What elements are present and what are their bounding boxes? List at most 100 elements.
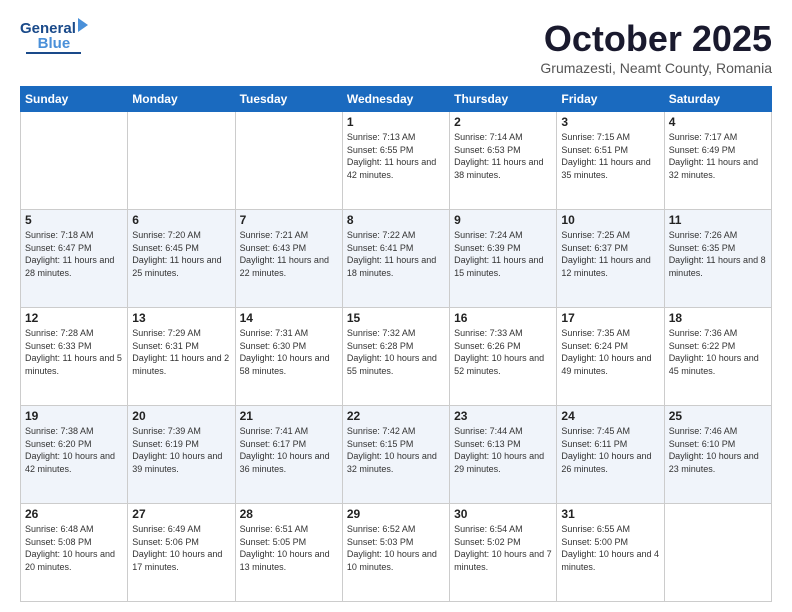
week-row-2: 5Sunrise: 7:18 AM Sunset: 6:47 PM Daylig…: [21, 210, 772, 308]
day-info: Sunrise: 7:22 AM Sunset: 6:41 PM Dayligh…: [347, 229, 445, 279]
day-info: Sunrise: 7:36 AM Sunset: 6:22 PM Dayligh…: [669, 327, 767, 377]
day-number: 23: [454, 409, 552, 423]
day-number: 19: [25, 409, 123, 423]
day-number: 3: [561, 115, 659, 129]
week-row-4: 19 Sunrise: 7:38 AM Sunset: 6:20 PM Dayli…: [21, 406, 772, 504]
cell-week3-day4: 16Sunrise: 7:33 AM Sunset: 6:26 PM Dayli…: [450, 308, 557, 406]
day-info: Sunrise: 6:52 AM Sunset: 5:03 PM Dayligh…: [347, 523, 445, 573]
day-number: 20: [132, 409, 230, 423]
cell-week4-day2: 21 Sunrise: 7:41 AM Sunset: 6:17 PM Dayli…: [235, 406, 342, 504]
week-row-1: 1 Sunrise: 7:13 AM Sunset: 6:55 PM Daylig…: [21, 112, 772, 210]
cell-week1-day0: [21, 112, 128, 210]
day-info: Sunrise: 7:44 AM Sunset: 6:13 PM Dayligh…: [454, 425, 552, 475]
day-number: 9: [454, 213, 552, 227]
day-info: Sunrise: 7:25 AM Sunset: 6:37 PM Dayligh…: [561, 229, 659, 279]
cell-week3-day0: 12Sunrise: 7:28 AM Sunset: 6:33 PM Dayli…: [21, 308, 128, 406]
day-info: Sunrise: 7:21 AM Sunset: 6:43 PM Dayligh…: [240, 229, 338, 279]
cell-week2-day1: 6 Sunrise: 7:20 AM Sunset: 6:45 PM Daylig…: [128, 210, 235, 308]
cell-week1-day4: 2Sunrise: 7:14 AM Sunset: 6:53 PM Daylig…: [450, 112, 557, 210]
cell-week1-day1: [128, 112, 235, 210]
day-info: Sunrise: 7:31 AM Sunset: 6:30 PM Dayligh…: [240, 327, 338, 377]
col-saturday: Saturday: [664, 87, 771, 112]
col-sunday: Sunday: [21, 87, 128, 112]
day-number: 7: [240, 213, 338, 227]
cell-week5-day0: 26 Sunrise: 6:48 AM Sunset: 5:08 PM Dayli…: [21, 504, 128, 602]
day-number: 8: [347, 213, 445, 227]
day-number: 27: [132, 507, 230, 521]
day-number: 4: [669, 115, 767, 129]
cell-week2-day4: 9 Sunrise: 7:24 AM Sunset: 6:39 PM Daylig…: [450, 210, 557, 308]
col-tuesday: Tuesday: [235, 87, 342, 112]
cell-week2-day3: 8 Sunrise: 7:22 AM Sunset: 6:41 PM Daylig…: [342, 210, 449, 308]
logo-icon: General Blue: [20, 18, 88, 54]
cell-week3-day2: 14Sunrise: 7:31 AM Sunset: 6:30 PM Dayli…: [235, 308, 342, 406]
day-info: Sunrise: 7:24 AM Sunset: 6:39 PM Dayligh…: [454, 229, 552, 279]
cell-week5-day3: 29 Sunrise: 6:52 AM Sunset: 5:03 PM Dayli…: [342, 504, 449, 602]
day-info: Sunrise: 7:32 AM Sunset: 6:28 PM Dayligh…: [347, 327, 445, 377]
calendar-page: General Blue October 2025 Grumazesti, Ne…: [0, 0, 792, 612]
day-number: 22: [347, 409, 445, 423]
day-info: Sunrise: 6:55 AM Sunset: 5:00 PM Dayligh…: [561, 523, 659, 573]
day-number: 31: [561, 507, 659, 521]
day-number: 26: [25, 507, 123, 521]
title-block: October 2025 Grumazesti, Neamt County, R…: [540, 18, 772, 76]
day-number: 28: [240, 507, 338, 521]
day-info: Sunrise: 7:35 AM Sunset: 6:24 PM Dayligh…: [561, 327, 659, 377]
day-info: Sunrise: 7:20 AM Sunset: 6:45 PM Dayligh…: [132, 229, 230, 279]
day-info: Sunrise: 7:17 AM Sunset: 6:49 PM Dayligh…: [669, 131, 767, 181]
day-number: 21: [240, 409, 338, 423]
day-info: Sunrise: 7:39 AM Sunset: 6:19 PM Dayligh…: [132, 425, 230, 475]
cell-week4-day0: 19 Sunrise: 7:38 AM Sunset: 6:20 PM Dayli…: [21, 406, 128, 504]
day-info: Sunrise: 7:41 AM Sunset: 6:17 PM Dayligh…: [240, 425, 338, 475]
logo-underline: [26, 52, 81, 54]
location-subtitle: Grumazesti, Neamt County, Romania: [540, 60, 772, 76]
day-number: 13: [132, 311, 230, 325]
day-info: Sunrise: 7:15 AM Sunset: 6:51 PM Dayligh…: [561, 131, 659, 181]
cell-week5-day6: [664, 504, 771, 602]
cell-week4-day3: 22Sunrise: 7:42 AM Sunset: 6:15 PM Dayli…: [342, 406, 449, 504]
day-info: Sunrise: 7:46 AM Sunset: 6:10 PM Dayligh…: [669, 425, 767, 475]
cell-week1-day3: 1 Sunrise: 7:13 AM Sunset: 6:55 PM Daylig…: [342, 112, 449, 210]
day-info: Sunrise: 7:38 AM Sunset: 6:20 PM Dayligh…: [25, 425, 123, 475]
header: General Blue October 2025 Grumazesti, Ne…: [20, 18, 772, 76]
cell-week5-day4: 30 Sunrise: 6:54 AM Sunset: 5:02 PM Dayli…: [450, 504, 557, 602]
day-number: 29: [347, 507, 445, 521]
cell-week3-day6: 18 Sunrise: 7:36 AM Sunset: 6:22 PM Dayli…: [664, 308, 771, 406]
day-info: Sunrise: 6:54 AM Sunset: 5:02 PM Dayligh…: [454, 523, 552, 573]
week-row-5: 26 Sunrise: 6:48 AM Sunset: 5:08 PM Dayli…: [21, 504, 772, 602]
cell-week5-day5: 31 Sunrise: 6:55 AM Sunset: 5:00 PM Dayli…: [557, 504, 664, 602]
day-number: 6: [132, 213, 230, 227]
day-info: Sunrise: 6:48 AM Sunset: 5:08 PM Dayligh…: [25, 523, 123, 573]
day-number: 5: [25, 213, 123, 227]
cell-week2-day5: 10 Sunrise: 7:25 AM Sunset: 6:37 PM Dayli…: [557, 210, 664, 308]
calendar-table: Sunday Monday Tuesday Wednesday Thursday…: [20, 86, 772, 602]
col-wednesday: Wednesday: [342, 87, 449, 112]
day-number: 2: [454, 115, 552, 129]
day-info: Sunrise: 7:13 AM Sunset: 6:55 PM Dayligh…: [347, 131, 445, 181]
week-row-3: 12Sunrise: 7:28 AM Sunset: 6:33 PM Dayli…: [21, 308, 772, 406]
day-number: 12: [25, 311, 123, 325]
day-number: 10: [561, 213, 659, 227]
day-info: Sunrise: 7:45 AM Sunset: 6:11 PM Dayligh…: [561, 425, 659, 475]
cell-week4-day6: 25Sunrise: 7:46 AM Sunset: 6:10 PM Dayli…: [664, 406, 771, 504]
day-info: Sunrise: 7:26 AM Sunset: 6:35 PM Dayligh…: [669, 229, 767, 279]
cell-week5-day2: 28 Sunrise: 6:51 AM Sunset: 5:05 PM Dayli…: [235, 504, 342, 602]
day-info: Sunrise: 7:29 AM Sunset: 6:31 PM Dayligh…: [132, 327, 230, 377]
day-info: Sunrise: 6:49 AM Sunset: 5:06 PM Dayligh…: [132, 523, 230, 573]
day-number: 30: [454, 507, 552, 521]
cell-week2-day0: 5Sunrise: 7:18 AM Sunset: 6:47 PM Daylig…: [21, 210, 128, 308]
logo-general: General: [20, 21, 76, 36]
logo-chevron-icon: [78, 18, 88, 32]
day-info: Sunrise: 6:51 AM Sunset: 5:05 PM Dayligh…: [240, 523, 338, 573]
cell-week1-day5: 3 Sunrise: 7:15 AM Sunset: 6:51 PM Daylig…: [557, 112, 664, 210]
day-number: 17: [561, 311, 659, 325]
cell-week1-day6: 4 Sunrise: 7:17 AM Sunset: 6:49 PM Daylig…: [664, 112, 771, 210]
day-number: 16: [454, 311, 552, 325]
cell-week4-day1: 20 Sunrise: 7:39 AM Sunset: 6:19 PM Dayli…: [128, 406, 235, 504]
cell-week3-day3: 15 Sunrise: 7:32 AM Sunset: 6:28 PM Dayli…: [342, 308, 449, 406]
day-number: 15: [347, 311, 445, 325]
day-number: 24: [561, 409, 659, 423]
day-number: 18: [669, 311, 767, 325]
day-number: 1: [347, 115, 445, 129]
day-number: 11: [669, 213, 767, 227]
